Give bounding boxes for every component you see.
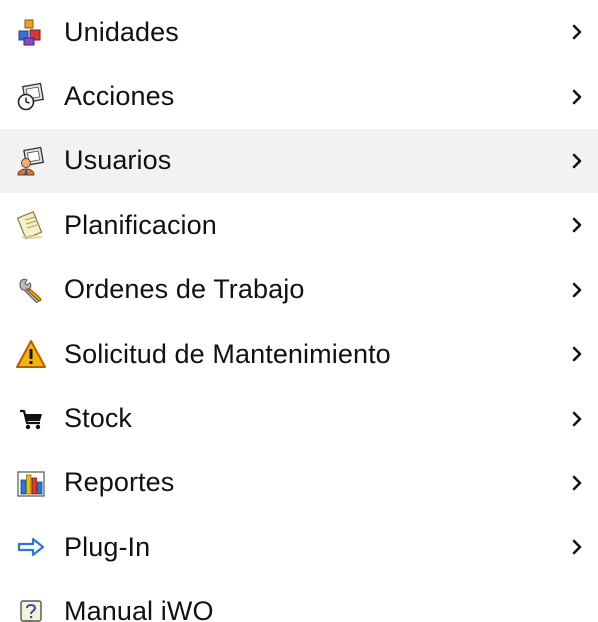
chevron-right-icon [570, 280, 584, 300]
menu-item-label: Ordenes de Trabajo [64, 274, 305, 305]
menu-item-solicitud-de-mantenimiento[interactable]: Solicitud de Mantenimiento [0, 322, 598, 386]
chevron-right-icon [570, 151, 584, 171]
actions-clock-icon [14, 80, 48, 114]
chevron-right-icon [570, 409, 584, 429]
chevron-right-icon [570, 22, 584, 42]
wrench-icon [14, 273, 48, 307]
menu-item-label: Reportes [64, 467, 175, 498]
menu-item-unidades[interactable]: Unidades [0, 0, 598, 64]
menu-item-plug-in[interactable]: Plug-In [0, 515, 598, 579]
chevron-right-icon [570, 537, 584, 557]
bar-chart-icon [14, 466, 48, 500]
menu-item-stock[interactable]: Stock [0, 386, 598, 450]
chevron-right-icon [570, 344, 584, 364]
menu-item-label: Stock [64, 403, 133, 434]
menu-item-label: Acciones [64, 81, 175, 112]
menu-item-label: Unidades [64, 16, 179, 47]
menu-item-planificacion[interactable]: Planificacion [0, 193, 598, 257]
chevron-right-icon [570, 473, 584, 493]
help-icon [14, 595, 48, 622]
menu-item-label: Planificacion [64, 209, 217, 240]
cart-icon [14, 402, 48, 436]
menu-item-usuarios[interactable]: Usuarios [0, 128, 598, 194]
menu-item-label: Solicitud de Mantenimiento [64, 338, 391, 369]
document-plan-icon [14, 208, 48, 242]
menu-item-manual-iwo[interactable]: Manual iWO [0, 580, 598, 622]
menu-item-label: Usuarios [64, 145, 172, 176]
menu-item-reportes[interactable]: Reportes [0, 451, 598, 515]
menu-item-ordenes-de-trabajo[interactable]: Ordenes de Trabajo [0, 258, 598, 322]
warning-icon [14, 337, 48, 371]
users-icon [14, 144, 48, 178]
main-menu: Unidades Acciones Usuarios Planificacion… [0, 0, 598, 622]
menu-item-acciones[interactable]: Acciones [0, 64, 598, 128]
menu-item-label: Plug-In [64, 531, 151, 562]
cubes-icon [14, 15, 48, 49]
chevron-right-icon [570, 87, 584, 107]
menu-item-label: Manual iWO [64, 596, 214, 622]
chevron-right-icon [570, 215, 584, 235]
arrow-right-icon [14, 530, 48, 564]
